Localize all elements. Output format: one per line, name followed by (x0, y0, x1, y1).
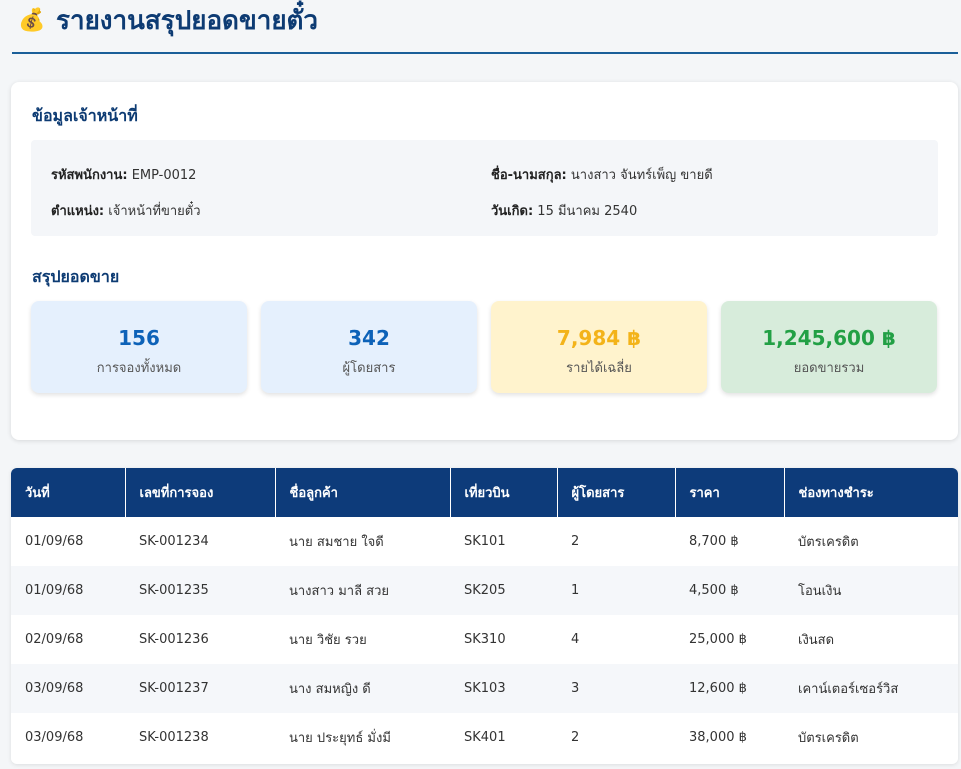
cell-payment: โอนเงิน (784, 566, 958, 615)
cell-customer: นางสาว มาลี สวย (275, 566, 450, 615)
cell-booking-no: SK-001235 (125, 566, 275, 615)
cell-booking-no: SK-001237 (125, 664, 275, 713)
page-header: 💰 รายงานสรุปยอดขายตั๋ว (12, 0, 958, 54)
column-header-booking-no[interactable]: เลขที่การจอง (125, 468, 276, 517)
cell-price: 25,000 ฿ (675, 615, 784, 664)
column-header-passengers[interactable]: ผู้โดยสาร (557, 468, 676, 517)
cell-flight: SK103 (450, 664, 557, 713)
cell-price: 12,600 ฿ (675, 664, 784, 713)
employee-position-label: ตำแหน่ง: (51, 204, 105, 219)
table-row[interactable]: 03/09/68 SK-001238 นาย ประยุทธ์ มั่งมี S… (11, 713, 958, 762)
bookings-table-container: วันที่ เลขที่การจอง ชื่อลูกค้า เที่ยวบิน… (11, 468, 958, 764)
cell-payment: เคาน์เตอร์เซอร์วิส (784, 664, 958, 713)
cell-price: 8,700 ฿ (675, 517, 784, 566)
cell-passengers: 2 (557, 713, 675, 762)
stat-label: ยอดขายรวม (793, 361, 865, 376)
stat-label: การจองทั้งหมด (96, 361, 182, 376)
cell-passengers: 2 (557, 517, 675, 566)
cell-date: 03/09/68 (11, 664, 125, 713)
cell-passengers: 4 (557, 615, 675, 664)
cell-customer: นาง สมหญิง ดี (275, 664, 450, 713)
stat-value: 342 (348, 326, 390, 350)
cell-flight: SK205 (450, 566, 557, 615)
cell-date: 03/09/68 (11, 713, 125, 762)
stat-label: รายได้เฉลี่ย (566, 361, 632, 376)
table-row[interactable]: 01/09/68 SK-001234 นาย สมชาย ใจดี SK101 … (11, 517, 958, 566)
employee-info-box: รหัสพนักงาน: EMP-0012 ชื่อ-นามสกุล: นางส… (31, 140, 938, 236)
stat-passengers: 342 ผู้โดยสาร (261, 301, 477, 393)
table-row[interactable]: 03/09/68 SK-001237 นาง สมหญิง ดี SK103 3… (11, 664, 958, 713)
cell-payment: บัตรเครดิต (784, 713, 958, 762)
employee-name-field: ชื่อ-นามสกุล: นางสาว จันทร์เพ็ญ ขายดี (491, 164, 713, 185)
employee-id-label: รหัสพนักงาน: (51, 168, 128, 183)
cell-payment: เงินสด (784, 615, 958, 664)
cell-date: 02/09/68 (11, 615, 125, 664)
table-row[interactable]: 02/09/68 SK-001236 นาย วิชัย รวย SK310 4… (11, 615, 958, 664)
employee-id-field: รหัสพนักงาน: EMP-0012 (51, 164, 196, 185)
column-header-date[interactable]: วันที่ (11, 468, 126, 517)
stat-label: ผู้โดยสาร (342, 361, 396, 376)
cell-passengers: 3 (557, 664, 675, 713)
employee-section-title: ข้อมูลเจ้าหน้าที่ (32, 106, 138, 125)
cell-customer: นาย วิชัย รวย (275, 615, 450, 664)
stat-value: 7,984 ฿ (556, 326, 642, 350)
table-row[interactable]: 01/09/68 SK-001235 นางสาว มาลี สวย SK205… (11, 566, 958, 615)
cell-booking-no: SK-001236 (125, 615, 275, 664)
stat-total-bookings: 156 การจองทั้งหมด (31, 301, 247, 393)
employee-name-label: ชื่อ-นามสกุล: (491, 168, 567, 183)
stat-value: 1,245,600 ฿ (762, 326, 896, 350)
cell-date: 01/09/68 (11, 517, 125, 566)
cell-flight: SK401 (450, 713, 557, 762)
money-bag-icon: 💰 (18, 8, 46, 33)
cell-flight: SK310 (450, 615, 557, 664)
column-header-flight[interactable]: เที่ยวบิน (450, 468, 558, 517)
stat-value: 156 (118, 326, 160, 350)
employee-name-value: นางสาว จันทร์เพ็ญ ขายดี (570, 168, 713, 183)
cell-customer: นาย ประยุทธ์ มั่งมี (275, 713, 450, 762)
cell-price: 4,500 ฿ (675, 566, 784, 615)
employee-position-field: ตำแหน่ง: เจ้าหน้าที่ขายตั๋ว (51, 200, 201, 221)
column-header-customer[interactable]: ชื่อลูกค้า (275, 468, 451, 517)
column-header-payment[interactable]: ช่องทางชำระ (784, 468, 958, 517)
report-card: ข้อมูลเจ้าหน้าที่ รหัสพนักงาน: EMP-0012 … (11, 82, 958, 440)
employee-birthdate-field: วันเกิด: 15 มีนาคม 2540 (491, 200, 637, 221)
cell-passengers: 1 (557, 566, 675, 615)
summary-section-title: สรุปยอดขาย (32, 267, 120, 286)
employee-birthdate-value: 15 มีนาคม 2540 (537, 204, 638, 219)
column-header-price[interactable]: ราคา (675, 468, 785, 517)
table-header-row: วันที่ เลขที่การจอง ชื่อลูกค้า เที่ยวบิน… (11, 468, 958, 517)
employee-birthdate-label: วันเกิด: (491, 204, 534, 219)
employee-id-value: EMP-0012 (131, 168, 197, 183)
cell-date: 01/09/68 (11, 566, 125, 615)
cell-booking-no: SK-001234 (125, 517, 275, 566)
cell-flight: SK101 (450, 517, 557, 566)
cell-customer: นาย สมชาย ใจดี (275, 517, 450, 566)
stat-average-revenue: 7,984 ฿ รายได้เฉลี่ย (491, 301, 707, 393)
cell-price: 38,000 ฿ (675, 713, 784, 762)
cell-payment: บัตรเครดิต (784, 517, 958, 566)
employee-position-value: เจ้าหน้าที่ขายตั๋ว (108, 204, 201, 219)
bookings-table: วันที่ เลขที่การจอง ชื่อลูกค้า เที่ยวบิน… (11, 468, 958, 762)
page-title: รายงานสรุปยอดขายตั๋ว (56, 6, 319, 36)
cell-booking-no: SK-001238 (125, 713, 275, 762)
stat-total-sales: 1,245,600 ฿ ยอดขายรวม (721, 301, 937, 393)
